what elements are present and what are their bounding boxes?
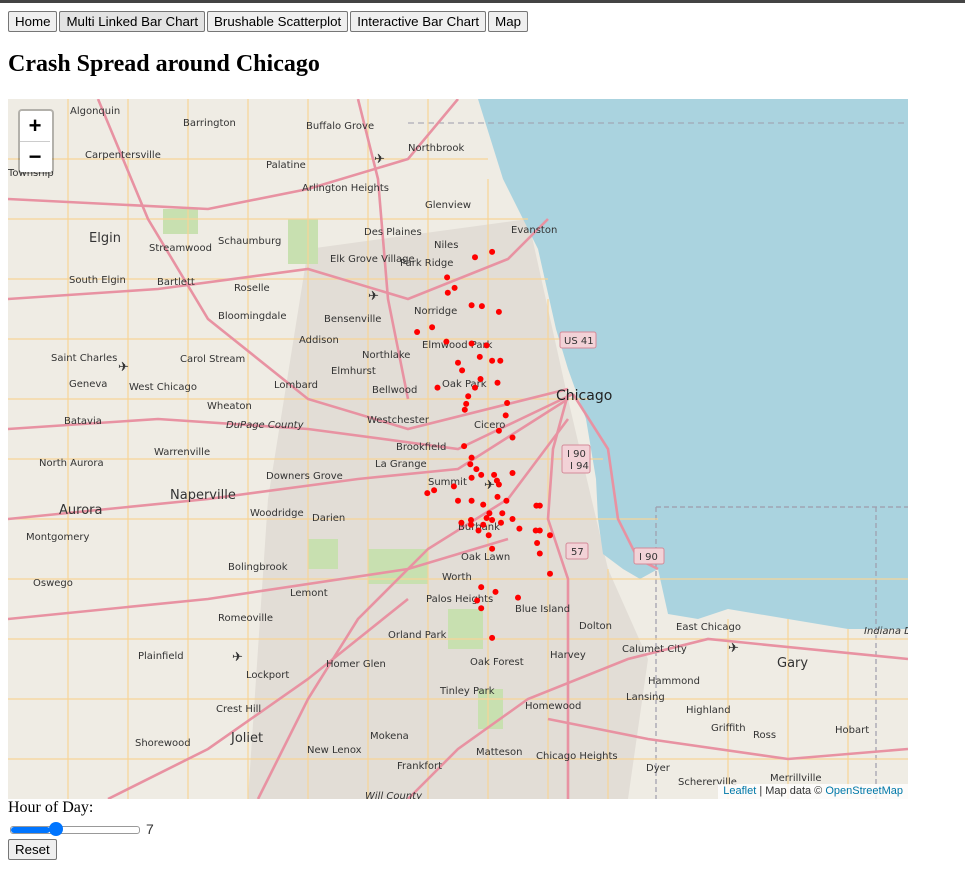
crash-marker[interactable] — [509, 434, 516, 441]
crash-marker[interactable] — [483, 342, 490, 349]
osm-link[interactable]: OpenStreetMap — [825, 785, 903, 797]
crash-marker[interactable] — [509, 516, 516, 522]
crash-marker[interactable] — [455, 497, 461, 504]
hour-slider-track[interactable] — [10, 826, 140, 834]
crash-marker[interactable] — [478, 605, 485, 612]
map-attribution: Leaflet | Map data © OpenStreetMap — [718, 784, 908, 799]
map-container[interactable]: ✈ ✈ ✈ ✈ ✈ ✈ US 41 I 90 I 94 57 I 90 Algo… — [8, 99, 908, 799]
crash-marker[interactable] — [465, 393, 472, 400]
crash-marker[interactable] — [450, 483, 457, 490]
crash-marker[interactable] — [502, 412, 509, 419]
crash-marker[interactable] — [492, 588, 499, 595]
crash-marker[interactable] — [424, 490, 431, 497]
hour-slider-thumb[interactable] — [48, 822, 63, 836]
crash-marker[interactable] — [516, 525, 523, 532]
window-top-border — [0, 0, 965, 3]
crash-marker[interactable] — [458, 519, 465, 526]
crash-marker[interactable] — [431, 487, 438, 494]
page-title: Crash Spread around Chicago — [8, 51, 320, 77]
crash-marker[interactable] — [495, 427, 502, 434]
crash-marker[interactable] — [495, 481, 502, 488]
crash-marker[interactable] — [489, 248, 496, 255]
crash-marker[interactable] — [414, 329, 421, 335]
crash-marker[interactable] — [491, 471, 498, 478]
crash-marker[interactable] — [503, 497, 510, 504]
crash-marker[interactable] — [504, 400, 511, 406]
crash-marker[interactable] — [485, 532, 492, 539]
controls-panel: Hour of Day: 7 Reset — [8, 799, 154, 860]
crash-marker[interactable] — [489, 634, 496, 641]
leaflet-link[interactable]: Leaflet — [723, 785, 756, 797]
crash-marker[interactable] — [489, 517, 496, 523]
crash-marker[interactable] — [515, 594, 521, 601]
hour-value: 7 — [146, 821, 154, 837]
crash-marker[interactable] — [444, 289, 451, 296]
crash-marker[interactable] — [499, 510, 506, 517]
crash-marker[interactable] — [451, 284, 458, 291]
crash-marker[interactable] — [443, 338, 450, 345]
crash-marker[interactable] — [468, 340, 475, 347]
crash-marker[interactable] — [477, 376, 484, 382]
crash-marker[interactable] — [444, 274, 451, 281]
crash-marker[interactable] — [434, 384, 441, 391]
zoom-out-button[interactable]: − — [20, 142, 50, 172]
crash-marker[interactable] — [467, 461, 474, 468]
crash-marker[interactable] — [532, 527, 539, 534]
crash-marker[interactable] — [468, 521, 474, 528]
crash-marker[interactable] — [509, 470, 516, 476]
hour-slider[interactable]: 7 — [8, 819, 208, 839]
crash-marker[interactable] — [489, 357, 496, 364]
crash-marker[interactable] — [494, 493, 501, 500]
zoom-in-button[interactable]: + — [20, 111, 50, 142]
crash-markers-layer — [414, 248, 553, 641]
hour-of-day-label: Hour of Day: — [8, 799, 94, 816]
crash-marker[interactable] — [536, 550, 543, 557]
crash-marker[interactable] — [547, 570, 553, 577]
reset-button[interactable]: Reset — [8, 839, 57, 860]
crash-marker[interactable] — [468, 497, 475, 504]
crash-marker[interactable] — [473, 466, 480, 473]
crash-marker[interactable] — [478, 303, 485, 310]
crash-marker[interactable] — [459, 367, 466, 374]
crash-marker[interactable] — [494, 379, 501, 386]
crash-marker[interactable] — [547, 532, 553, 539]
crash-marker[interactable] — [475, 527, 482, 534]
crash-marker[interactable] — [495, 308, 502, 315]
attribution-text: | Map data © — [756, 785, 826, 797]
crash-marker[interactable] — [472, 254, 478, 261]
crash-marker[interactable] — [478, 471, 485, 478]
zoom-control: + − — [18, 109, 54, 174]
crash-marker[interactable] — [461, 406, 468, 413]
crash-marker[interactable] — [463, 400, 470, 407]
crash-marker[interactable] — [461, 443, 468, 450]
nav-interactive-bar-chart-button[interactable]: Interactive Bar Chart — [350, 11, 487, 32]
crash-marker[interactable] — [483, 515, 490, 521]
crash-marker[interactable] — [429, 324, 436, 331]
hour-slider-fill — [11, 827, 50, 833]
nav-brushable-scatterplot-button[interactable]: Brushable Scatterplot — [207, 11, 349, 32]
crash-marker[interactable] — [480, 521, 487, 528]
nav-map-button[interactable]: Map — [488, 11, 529, 32]
crash-marker[interactable] — [480, 501, 487, 508]
crash-marker[interactable] — [534, 540, 541, 546]
crash-marker[interactable] — [478, 584, 485, 591]
crash-marker[interactable] — [468, 474, 475, 481]
crash-marker[interactable] — [497, 357, 504, 364]
crash-marker[interactable] — [455, 359, 461, 366]
crash-marker[interactable] — [474, 597, 481, 604]
crash-marker[interactable] — [489, 545, 496, 552]
crash-marker[interactable] — [472, 384, 478, 391]
crash-marker[interactable] — [468, 302, 475, 309]
crash-marker[interactable] — [498, 519, 504, 526]
crash-marker[interactable] — [468, 454, 475, 461]
nav-bar: Home Multi Linked Bar Chart Brushable Sc… — [8, 11, 529, 32]
nav-multi-linked-bar-chart-button[interactable]: Multi Linked Bar Chart — [59, 11, 206, 32]
crash-marker[interactable] — [536, 502, 543, 509]
nav-home-button[interactable]: Home — [8, 11, 58, 32]
crash-marker[interactable] — [476, 353, 483, 360]
